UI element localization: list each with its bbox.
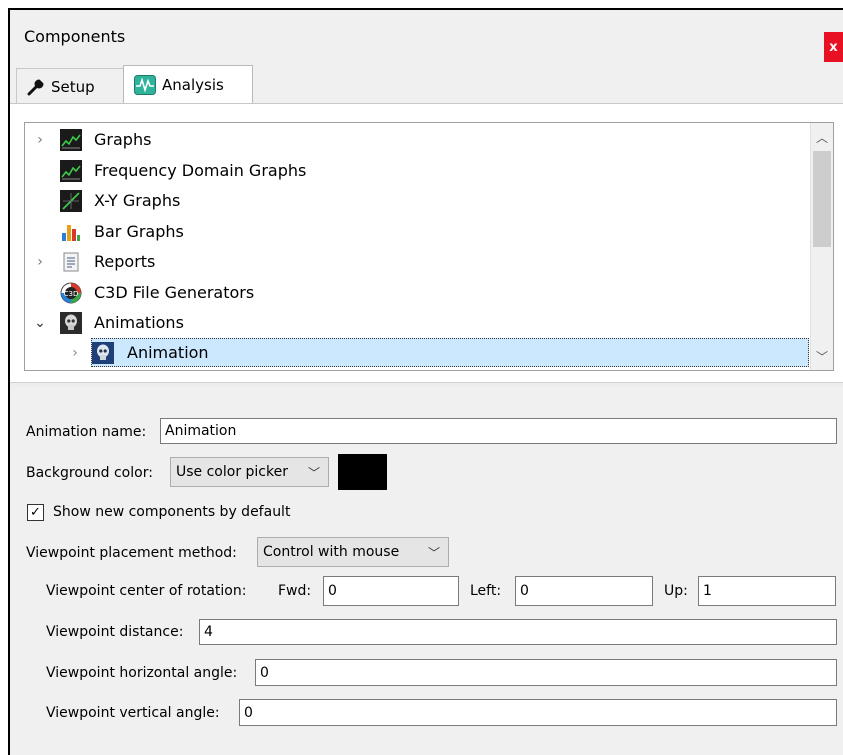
- tree-item-label: X-Y Graphs: [94, 191, 181, 210]
- tree-item-frequency-domain-graphs[interactable]: Frequency Domain Graphs: [25, 156, 805, 185]
- tree-item-animations[interactable]: ⌄ Animations: [25, 308, 805, 337]
- tree-item-xy-graphs[interactable]: X-Y Graphs: [25, 186, 805, 215]
- chevron-right-icon[interactable]: ›: [68, 345, 82, 361]
- chevron-right-icon[interactable]: ›: [33, 254, 47, 270]
- c3d-icon: C3D: [60, 282, 82, 304]
- scroll-up-icon[interactable]: ︿: [811, 127, 833, 147]
- tab-analysis-label: Analysis: [162, 76, 224, 94]
- tree-item-label: Reports: [94, 252, 156, 271]
- tab-setup-label: Setup: [51, 77, 95, 96]
- svg-text:C3D: C3D: [64, 290, 79, 298]
- animation-name-input[interactable]: [160, 418, 837, 444]
- chevron-down-icon: ﹀: [427, 546, 440, 560]
- chevron-down-icon[interactable]: ⌄: [33, 315, 47, 331]
- viewpoint-method-select[interactable]: Control with mouse ﹀: [257, 537, 449, 567]
- tree-item-label: Animations: [94, 313, 184, 332]
- background-color-select-value: Use color picker: [176, 464, 288, 480]
- fwd-input[interactable]: [323, 576, 459, 606]
- tree-scrollbar[interactable]: ︿ ﹀: [810, 123, 833, 370]
- viewpoint-method-select-value: Control with mouse: [263, 544, 400, 560]
- bar-chart-icon: [60, 221, 82, 243]
- tab-analysis[interactable]: Analysis: [123, 65, 253, 104]
- components-panel: Components x Setup Analysis › Graphs Fre…: [8, 8, 843, 755]
- animation-name-label: Animation name:: [26, 424, 147, 440]
- tree-item-animation[interactable]: Animation: [91, 338, 809, 367]
- waveform-icon: [134, 75, 156, 95]
- tree-item-graphs[interactable]: › Graphs: [25, 125, 805, 154]
- tree-item-bar-graphs[interactable]: Bar Graphs: [25, 217, 805, 246]
- component-tree[interactable]: › Graphs Frequency Domain Graphs X-Y Gra…: [24, 122, 834, 371]
- graph-icon: [60, 128, 82, 151]
- scroll-thumb[interactable]: [813, 151, 831, 247]
- tree-item-label: Frequency Domain Graphs: [94, 161, 307, 180]
- xy-graph-icon: [60, 189, 82, 212]
- left-input[interactable]: [515, 576, 653, 606]
- tree-item-label: C3D File Generators: [94, 283, 255, 302]
- up-label: Up:: [664, 583, 688, 599]
- checkmark-icon: ✓: [30, 505, 41, 520]
- tree-item-label: Bar Graphs: [94, 222, 184, 241]
- up-input[interactable]: [698, 576, 836, 606]
- vertical-angle-label: Viewpoint vertical angle:: [46, 705, 220, 721]
- panel-title: Components: [24, 27, 126, 46]
- vertical-angle-input[interactable]: [239, 699, 837, 726]
- analysis-pane: › Graphs Frequency Domain Graphs X-Y Gra…: [10, 103, 843, 382]
- properties-panel: Animation name: Background color: Use co…: [10, 386, 843, 755]
- report-icon: [60, 251, 82, 273]
- chevron-right-icon[interactable]: ›: [33, 132, 47, 148]
- graph-icon: [60, 159, 82, 182]
- tab-setup[interactable]: Setup: [16, 68, 125, 104]
- show-new-checkbox[interactable]: ✓: [27, 504, 44, 521]
- fwd-label: Fwd:: [278, 583, 312, 599]
- distance-label: Viewpoint distance:: [46, 624, 184, 640]
- distance-input[interactable]: [199, 619, 837, 645]
- close-icon: x: [829, 39, 838, 55]
- background-color-select[interactable]: Use color picker ﹀: [170, 457, 329, 487]
- viewpoint-method-label: Viewpoint placement method:: [26, 545, 237, 561]
- background-color-label: Background color:: [26, 465, 153, 481]
- skull-icon: [92, 341, 114, 364]
- horizontal-angle-input[interactable]: [255, 659, 837, 686]
- horizontal-angle-label: Viewpoint horizontal angle:: [46, 665, 238, 681]
- chevron-down-icon: ﹀: [307, 466, 320, 480]
- wrench-icon: [27, 78, 45, 96]
- tree-item-label: Animation: [127, 343, 209, 362]
- close-button[interactable]: x: [824, 32, 843, 62]
- center-of-rotation-label: Viewpoint center of rotation:: [46, 583, 247, 599]
- background-color-swatch[interactable]: [338, 454, 387, 490]
- tree-item-label: Graphs: [94, 130, 152, 149]
- left-label: Left:: [470, 583, 502, 599]
- tree-item-c3d-file-generators[interactable]: C3D C3D File Generators: [25, 278, 805, 307]
- show-new-label: Show new components by default: [53, 504, 291, 520]
- scroll-down-icon[interactable]: ﹀: [811, 346, 833, 366]
- tree-item-reports[interactable]: › Reports: [25, 247, 805, 276]
- skull-icon: [60, 311, 82, 334]
